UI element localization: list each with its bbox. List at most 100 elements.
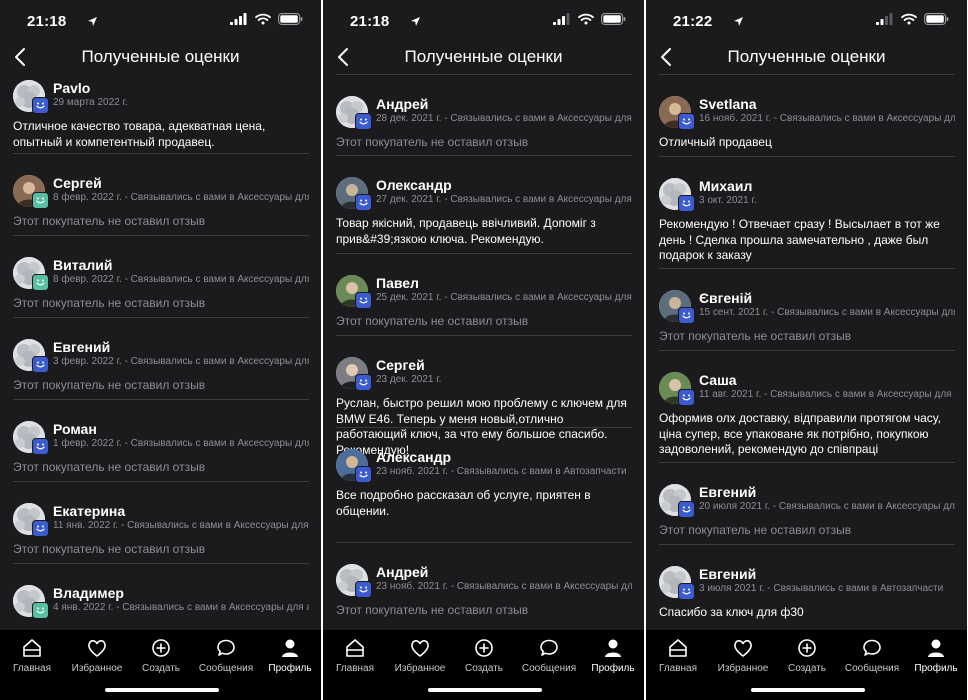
avatar	[13, 80, 49, 116]
review-text: Товар якісний, продавець ввічливий. Допо…	[336, 216, 596, 246]
heart-icon	[711, 638, 775, 658]
wifi-icon	[255, 12, 271, 30]
tab-heart[interactable]: Избранное	[388, 638, 452, 674]
tab-label: Профиль	[268, 663, 312, 674]
tab-profile[interactable]: Профиль	[904, 638, 967, 674]
tab-plus-circle[interactable]: Создать	[129, 638, 193, 674]
divider	[659, 350, 955, 351]
battery-icon	[924, 12, 949, 30]
reviewer-name: Евгений	[699, 566, 757, 582]
smile-badge-icon	[32, 274, 49, 291]
review-meta: 20 июля 2021 г. - Связывались с вами в А…	[699, 501, 955, 512]
review-meta: 23 дек. 2021 г.	[376, 374, 442, 385]
smile-badge-icon	[32, 438, 49, 455]
avatar	[659, 372, 695, 408]
location-arrow-icon	[733, 14, 744, 32]
no-review-text: Этот покупатель не оставил отзыв	[13, 296, 206, 310]
tab-home[interactable]: Главная	[0, 638, 64, 674]
reviewer-name: Владимер	[53, 585, 124, 601]
review-meta: 3 окт. 2021 г.	[699, 195, 757, 206]
reviews-list[interactable]: Pavlo 29 марта 2022 г. Отличное качество т…	[13, 70, 309, 630]
divider	[13, 563, 309, 564]
avatar	[336, 357, 372, 393]
review-meta: 27 дек. 2021 г. - Связывались с вами в А…	[376, 194, 632, 205]
divider	[336, 427, 632, 428]
avatar	[659, 96, 695, 132]
phone-screen-2: 21:18 Полученные оценки Андрей 28 дек. 2021…	[323, 0, 644, 700]
tab-profile[interactable]: Профиль	[581, 638, 644, 674]
review-meta: 23 нояб. 2021 г. - Связывались с вами в …	[376, 466, 627, 477]
tab-label: Создать	[787, 663, 826, 674]
status-time: 21:22	[673, 13, 713, 30]
reviews-list[interactable]: Андрей 28 дек. 2021 г. - Связывались с ва…	[336, 70, 632, 630]
battery-icon	[601, 12, 626, 30]
no-review-text: Этот покупатель не оставил отзыв	[13, 214, 206, 228]
tab-plus-circle[interactable]: Создать	[452, 638, 516, 674]
system-icons	[553, 12, 626, 30]
review-meta: 4 янв. 2022 г. - Связывались с вами в Ак…	[53, 602, 309, 613]
no-review-text: Этот покупатель не оставил отзыв	[659, 329, 852, 343]
review-meta: 28 дек. 2021 г. - Связывались с вами в А…	[376, 113, 632, 124]
screens-collage: 21:18 Полученные оценки Pavlo 29 марта 2022…	[0, 0, 968, 700]
smile-badge-icon	[678, 195, 695, 212]
divider	[336, 542, 632, 543]
tab-chat-bubble[interactable]: Сообщения	[840, 638, 904, 674]
tab-heart[interactable]: Избранное	[711, 638, 775, 674]
tab-heart[interactable]: Избранное	[65, 638, 129, 674]
tab-profile[interactable]: Профиль	[258, 638, 321, 674]
status-bar: 21:18	[0, 0, 321, 44]
tab-label: Сообщения	[198, 663, 254, 674]
smile-badge-icon	[678, 583, 695, 600]
navigation-bar: Полученные оценки	[323, 44, 644, 70]
reviewer-name: Михаил	[699, 178, 753, 194]
review-text: Все подробно рассказал об услуге, прияте…	[336, 488, 591, 518]
reviewer-name: Олександр	[376, 177, 452, 193]
review-meta: 23 нояб. 2021 г. - Связывались с вами в …	[376, 581, 632, 592]
system-icons	[230, 12, 303, 30]
tab-chat-bubble[interactable]: Сообщения	[517, 638, 581, 674]
tab-label: Профиль	[591, 663, 635, 674]
avatar	[336, 177, 372, 213]
home-indicator	[751, 688, 865, 692]
review-meta: 15 сент. 2021 г. - Связывались с вами в …	[699, 307, 955, 318]
tab-chat-bubble[interactable]: Сообщения	[194, 638, 258, 674]
status-time: 21:18	[350, 13, 390, 30]
smile-badge-icon	[32, 356, 49, 373]
smile-badge-icon	[678, 501, 695, 518]
review-meta: 11 янв. 2022 г. - Связывались с вами в А…	[53, 520, 309, 531]
reviewer-name: Александр	[376, 449, 452, 465]
tab-label: Создать	[141, 663, 180, 674]
smile-badge-icon	[32, 192, 49, 209]
tab-plus-circle[interactable]: Создать	[775, 638, 839, 674]
battery-icon	[278, 12, 303, 30]
review-text: Отличный продавец	[659, 135, 772, 149]
review-meta: 11 авг. 2021 г. - Связывались с вами в А…	[699, 389, 955, 400]
smile-badge-icon	[678, 113, 695, 130]
home-icon	[646, 638, 710, 658]
review-meta: 3 июля 2021 г. - Связывались с вами в Ав…	[699, 583, 944, 594]
tab-home[interactable]: Главная	[323, 638, 387, 674]
no-review-text: Этот покупатель не оставил отзыв	[13, 542, 206, 556]
location-arrow-icon	[410, 14, 421, 32]
page-title: Полученные оценки	[81, 47, 240, 66]
phone-screen-3: 21:22 Полученные оценки Svetlana 16 нояб. 2…	[646, 0, 967, 700]
tab-label: Главная	[12, 663, 52, 674]
tab-bar: Главная Избранное Создать Сообщения Профиль	[0, 630, 321, 700]
chat-bubble-icon	[840, 638, 904, 658]
home-indicator	[428, 688, 542, 692]
no-review-text: Этот покупатель не оставил отзыв	[336, 603, 529, 617]
tab-label: Сообщения	[844, 663, 900, 674]
review-text: Оформив олх доставку, відправили протяго…	[659, 411, 941, 456]
tab-label: Избранное	[394, 663, 446, 674]
signal-icon	[876, 12, 894, 30]
page-title: Полученные оценки	[404, 47, 563, 66]
reviewer-name: Андрей	[376, 96, 429, 112]
reviews-list[interactable]: Svetlana 16 нояб. 2021 г. - Связывались с…	[659, 70, 955, 630]
tab-label: Главная	[658, 663, 698, 674]
avatar	[13, 339, 49, 375]
smile-badge-icon	[355, 292, 372, 309]
divider	[13, 481, 309, 482]
smile-badge-icon	[32, 520, 49, 537]
tab-home[interactable]: Главная	[646, 638, 710, 674]
smile-badge-icon	[355, 113, 372, 130]
